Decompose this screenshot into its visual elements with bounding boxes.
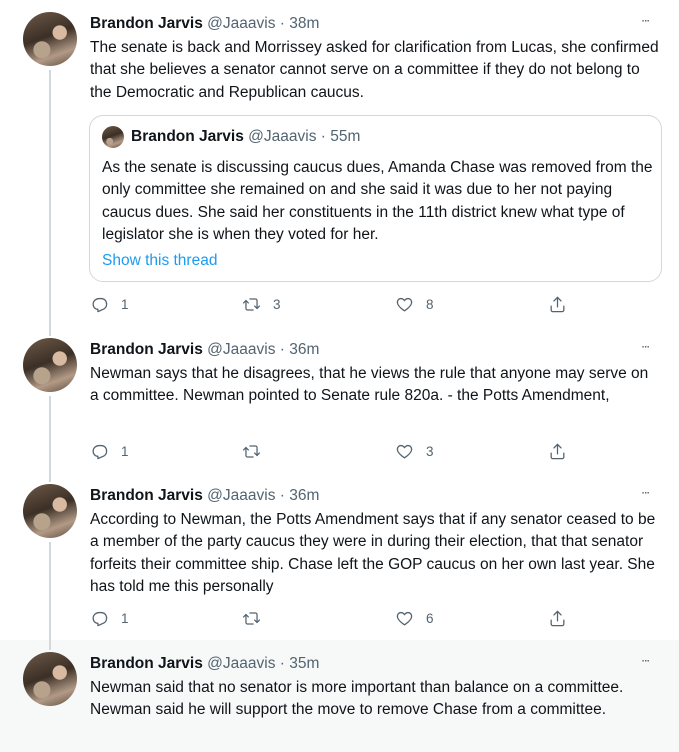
share-icon xyxy=(550,610,565,626)
timestamp[interactable]: 36m xyxy=(289,487,319,504)
quoted-author-handle: @Jaaavis xyxy=(248,128,317,145)
tweet-header: Brandon Jarvis @Jaaavis · 36m xyxy=(90,486,319,506)
reply-count: 1 xyxy=(121,610,129,626)
like-heart-icon xyxy=(396,297,413,311)
author-name[interactable]: Brandon Jarvis xyxy=(90,341,203,358)
quoted-tweet[interactable]: Brandon Jarvis @Jaaavis · 55m As the sen… xyxy=(89,115,662,282)
reply-button[interactable]: 1 xyxy=(90,440,129,462)
reply-button[interactable]: 1 xyxy=(90,293,129,315)
tweet-text: According to Newman, the Potts Amendment… xyxy=(90,511,656,595)
like-count: 8 xyxy=(426,296,434,312)
reply-icon xyxy=(92,297,108,312)
author-handle[interactable]: @Jaaavis xyxy=(207,15,275,32)
quoted-avatar xyxy=(102,126,124,148)
more-horizontal-icon[interactable]: ᐧᐧᐧ xyxy=(641,654,661,668)
more-horizontal-icon[interactable]: ᐧᐧᐧ xyxy=(641,14,661,28)
thread-connector-line xyxy=(49,396,51,478)
more-horizontal-icon[interactable]: ᐧᐧᐧ xyxy=(641,340,661,354)
reply-count: 1 xyxy=(121,443,129,459)
author-name[interactable]: Brandon Jarvis xyxy=(90,655,203,672)
action-bar: 1 6 xyxy=(90,607,570,629)
quoted-author-name: Brandon Jarvis xyxy=(131,128,244,145)
separator-dot: · xyxy=(279,341,285,358)
retweet-icon xyxy=(242,444,261,458)
avatar[interactable] xyxy=(23,484,77,538)
like-heart-icon xyxy=(396,611,413,625)
thread-connector-line xyxy=(49,328,51,336)
thread-connector-line xyxy=(49,640,51,650)
separator-dot: · xyxy=(279,655,285,672)
timestamp[interactable]: 36m xyxy=(289,341,319,358)
share-button[interactable] xyxy=(548,293,567,315)
share-icon xyxy=(550,443,565,459)
author-handle[interactable]: @Jaaavis xyxy=(207,341,275,358)
tweet-4[interactable]: Brandon Jarvis @Jaaavis · 35m ᐧᐧᐧ Newman… xyxy=(0,640,679,752)
retweet-icon xyxy=(242,611,261,625)
action-bar: 1 3 8 xyxy=(90,293,570,315)
quoted-header: Brandon Jarvis @Jaaavis · 55m xyxy=(131,127,360,147)
like-button[interactable]: 8 xyxy=(395,293,434,315)
show-thread-link[interactable]: Show this thread xyxy=(102,250,217,272)
tweet-3[interactable]: Brandon Jarvis @Jaaavis · 36m ᐧᐧᐧ Accord… xyxy=(0,474,679,642)
tweet-text: Newman said that no senator is more impo… xyxy=(90,679,624,719)
reply-icon xyxy=(92,611,108,626)
share-button[interactable] xyxy=(548,607,567,629)
thread-connector-line xyxy=(49,70,51,332)
like-button[interactable]: 6 xyxy=(395,607,434,629)
tweet-header: Brandon Jarvis @Jaaavis · 35m xyxy=(90,654,319,674)
separator-dot: · xyxy=(320,128,326,145)
like-count: 6 xyxy=(426,610,434,626)
tweet-text: The senate is back and Morrissey asked f… xyxy=(90,39,659,101)
like-button[interactable]: 3 xyxy=(395,440,434,462)
more-horizontal-icon[interactable]: ᐧᐧᐧ xyxy=(641,486,661,500)
like-heart-icon xyxy=(396,444,413,458)
thread-connector-line xyxy=(49,542,51,642)
share-button[interactable] xyxy=(548,440,567,462)
share-icon xyxy=(550,296,565,312)
author-name[interactable]: Brandon Jarvis xyxy=(90,15,203,32)
author-handle[interactable]: @Jaaavis xyxy=(207,487,275,504)
reply-icon xyxy=(92,444,108,459)
separator-dot: · xyxy=(279,487,285,504)
tweet-1[interactable]: Brandon Jarvis @Jaaavis · 38m ᐧᐧᐧ The se… xyxy=(0,0,679,332)
reply-button[interactable]: 1 xyxy=(90,607,129,629)
reply-count: 1 xyxy=(121,296,129,312)
tweet-header: Brandon Jarvis @Jaaavis · 38m xyxy=(90,14,319,34)
like-count: 3 xyxy=(426,443,434,459)
tweet-header: Brandon Jarvis @Jaaavis · 36m xyxy=(90,340,319,360)
timestamp[interactable]: 38m xyxy=(289,15,319,32)
retweet-button[interactable] xyxy=(242,607,273,629)
retweet-count: 3 xyxy=(273,296,281,312)
quoted-timestamp: 55m xyxy=(330,128,361,145)
retweet-button[interactable]: 3 xyxy=(242,293,281,315)
avatar[interactable] xyxy=(23,652,77,706)
retweet-button[interactable] xyxy=(242,440,273,462)
author-handle[interactable]: @Jaaavis xyxy=(207,655,275,672)
avatar[interactable] xyxy=(23,12,77,66)
avatar[interactable] xyxy=(23,338,77,392)
quoted-tweet-text: As the senate is discussing caucus dues,… xyxy=(102,159,653,243)
tweet-2[interactable]: Brandon Jarvis @Jaaavis · 36m ᐧᐧᐧ Newman… xyxy=(0,328,679,478)
separator-dot: · xyxy=(279,15,285,32)
author-name[interactable]: Brandon Jarvis xyxy=(90,487,203,504)
tweet-text: Newman says that he disagrees, that he v… xyxy=(90,365,649,405)
action-bar: 1 3 xyxy=(90,440,570,462)
timestamp[interactable]: 35m xyxy=(289,655,319,672)
retweet-icon xyxy=(242,297,261,311)
thread-connector-line xyxy=(49,474,51,482)
